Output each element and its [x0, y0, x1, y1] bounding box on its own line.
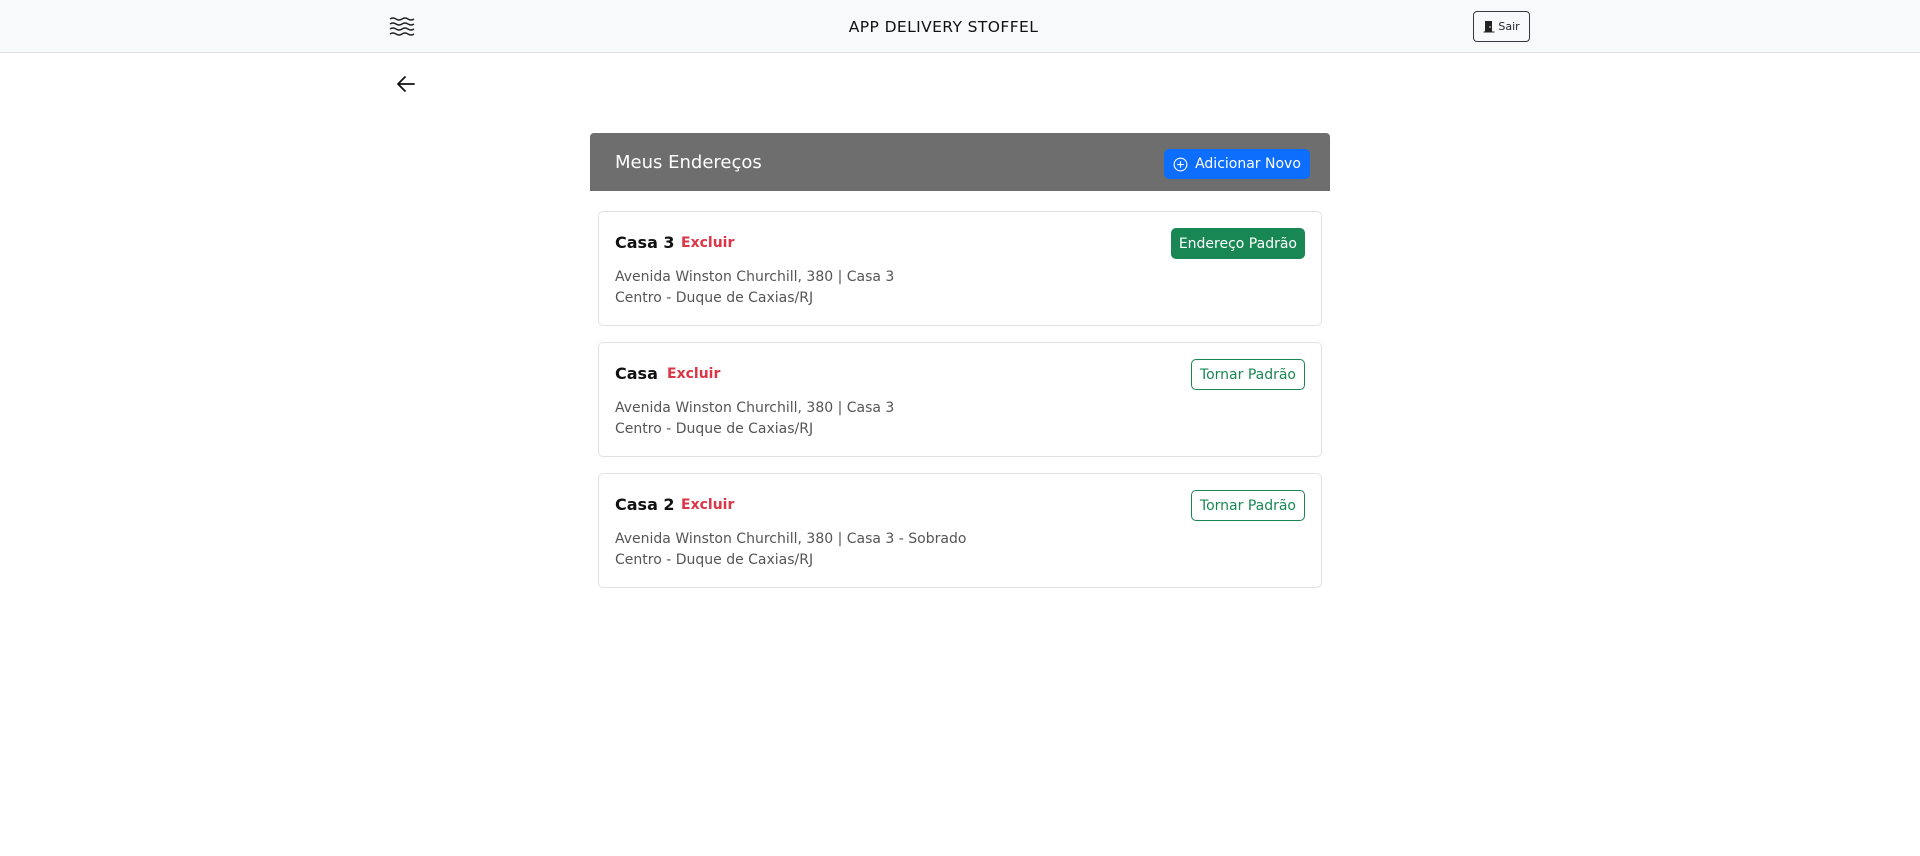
menu-button[interactable] — [387, 12, 417, 40]
address-city: Centro - Duque de Caxias/RJ — [615, 290, 814, 306]
top-navbar: APP DELIVERY STOFFEL Sair — [0, 0, 1920, 53]
plus-circle-icon — [1173, 157, 1188, 171]
delete-address-link[interactable]: Excluir — [667, 366, 720, 382]
address-name: Casa 3 — [615, 233, 675, 252]
default-address-badge: Endereço Padrão — [1170, 228, 1305, 259]
address-card: Casa Excluir Avenida Winston Churchill, … — [598, 342, 1322, 457]
addresses-panel-header: Meus Endereços Adicionar Novo — [590, 133, 1330, 191]
door-open-icon — [1483, 21, 1495, 33]
add-address-button[interactable]: Adicionar Novo — [1164, 149, 1310, 179]
delete-address-link[interactable]: Excluir — [681, 235, 734, 251]
address-street: Avenida Winston Churchill, 380 | Casa 3 — [615, 269, 895, 285]
address-card: Casa 3 Excluir Avenida Winston Churchill… — [598, 211, 1322, 326]
back-button[interactable] — [393, 71, 419, 97]
address-name: Casa — [615, 364, 658, 383]
arrow-left-icon — [397, 76, 415, 92]
address-city: Centro - Duque de Caxias/RJ — [615, 421, 814, 437]
add-address-label: Adicionar Novo — [1195, 156, 1301, 172]
logout-button[interactable]: Sair — [1473, 11, 1530, 42]
logout-label: Sair — [1498, 20, 1520, 33]
address-city: Centro - Duque de Caxias/RJ — [615, 552, 814, 568]
app-title: APP DELIVERY STOFFEL — [848, 17, 1039, 36]
page-title: Meus Endereços — [615, 151, 762, 173]
delete-address-link[interactable]: Excluir — [681, 497, 734, 513]
address-name: Casa 2 — [615, 495, 675, 514]
address-street: Avenida Winston Churchill, 380 | Casa 3 … — [615, 531, 967, 547]
address-card: Casa 2 Excluir Avenida Winston Churchill… — [598, 473, 1322, 588]
set-default-button[interactable]: Tornar Padrão — [1190, 359, 1305, 390]
waves-menu-icon — [389, 17, 415, 36]
set-default-button[interactable]: Tornar Padrão — [1190, 490, 1305, 521]
address-street: Avenida Winston Churchill, 380 | Casa 3 — [615, 400, 895, 416]
